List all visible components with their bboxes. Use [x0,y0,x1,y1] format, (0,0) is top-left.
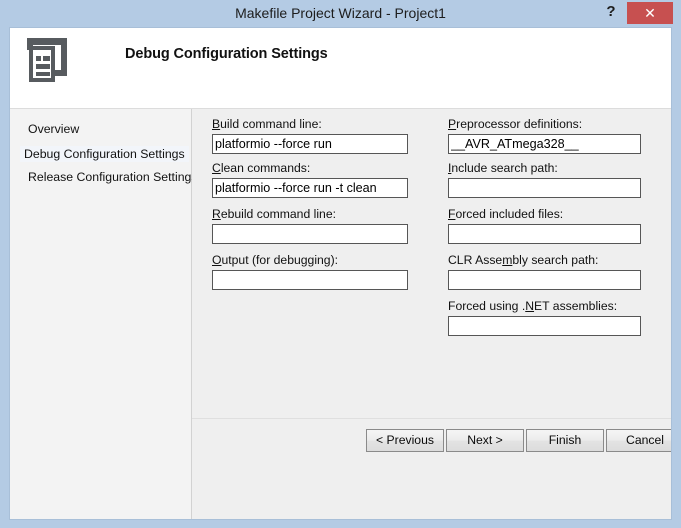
field-rebuild-command-line: Rebuild command line: [212,207,408,244]
sidebar-item-label: Release Configuration Settings [28,170,198,184]
build-command-line-input[interactable] [212,134,408,154]
title-bar: Makefile Project Wizard - Project1 ? ✕ [0,0,681,27]
field-label: Clean commands: [212,161,311,175]
dialog-header: Debug Configuration Settings [10,28,671,109]
dialog-client-area: Debug Configuration Settings Overview De… [9,27,672,520]
field-build-command-line: Build command line: [212,117,408,154]
field-forced-using-net-assemblies: Forced using .NET assemblies: [448,299,641,336]
clean-commands-input[interactable] [212,178,408,198]
sidebar-item-debug-configuration-settings[interactable]: Debug Configuration Settings [20,146,189,162]
window-title: Makefile Project Wizard - Project1 [235,5,446,21]
clr-assembly-search-path-input[interactable] [448,270,641,290]
forced-included-files-input[interactable] [448,224,641,244]
field-forced-included-files: Forced included files: [448,207,641,244]
cancel-button[interactable]: Cancel [606,429,671,452]
output-for-debugging-input[interactable] [212,270,408,290]
button-bar: < Previous Next > Finish Cancel [192,419,671,519]
close-icon[interactable]: ✕ [627,2,673,24]
field-label: Forced included files: [448,207,564,221]
document-window-icon [19,32,79,86]
page-title: Debug Configuration Settings [125,46,328,62]
next-button[interactable]: Next > [446,429,524,452]
preprocessor-definitions-input[interactable] [448,134,641,154]
field-output-for-debugging: Output (for debugging): [212,253,408,290]
previous-button[interactable]: < Previous [366,429,444,452]
sidebar-item-overview[interactable]: Overview [24,121,83,137]
field-include-search-path: Include search path: [448,161,641,198]
field-preprocessor-definitions: Preprocessor definitions: [448,117,641,154]
sidebar-item-label: Overview [28,122,80,136]
field-label: Output (for debugging): [212,253,339,267]
field-label: Preprocessor definitions: [448,117,583,131]
field-label: CLR Assembly search path: [448,253,599,267]
field-label: Build command line: [212,117,322,131]
rebuild-command-line-input[interactable] [212,224,408,244]
field-label: Forced using .NET assemblies: [448,299,618,313]
forced-using-net-assemblies-input[interactable] [448,316,641,336]
wizard-window: Makefile Project Wizard - Project1 ? ✕ D… [0,0,681,528]
sidebar-item-label: Debug Configuration Settings [24,147,185,161]
field-clean-commands: Clean commands: [212,161,408,198]
field-label: Include search path: [448,161,558,175]
help-icon[interactable]: ? [600,0,622,23]
finish-button[interactable]: Finish [526,429,604,452]
field-clr-assembly-search-path: CLR Assembly search path: [448,253,641,290]
sidebar-item-release-configuration-settings[interactable]: Release Configuration Settings [24,169,202,185]
field-label: Rebuild command line: [212,207,336,221]
include-search-path-input[interactable] [448,178,641,198]
wizard-step-list: Overview Debug Configuration Settings Re… [10,109,198,519]
